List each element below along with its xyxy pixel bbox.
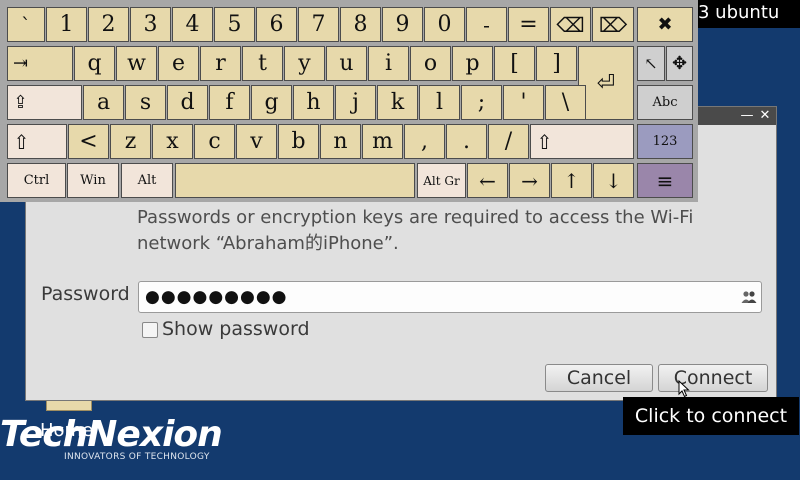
password-value: ●●●●●●●●●	[145, 287, 288, 307]
key-c[interactable]: c	[194, 124, 235, 159]
key-p[interactable]: p	[452, 46, 493, 81]
key-o[interactable]: o	[410, 46, 451, 81]
key-space[interactable]	[175, 163, 415, 198]
key-i[interactable]: i	[368, 46, 409, 81]
logo-tagline: INNOVATORS OF TECHNOLOGY	[64, 452, 210, 462]
password-field[interactable]: ●●●●●●●●●	[138, 281, 762, 313]
key-3[interactable]: 3	[130, 7, 171, 42]
key-backtick[interactable]: `	[7, 7, 45, 42]
key-m[interactable]: m	[362, 124, 403, 159]
key-move[interactable]: ✥	[666, 46, 693, 81]
mouse-cursor-icon	[678, 380, 690, 398]
key-comma[interactable]: ,	[404, 124, 445, 159]
password-label: Password	[41, 283, 130, 305]
key-5[interactable]: 5	[214, 7, 255, 42]
key-x[interactable]: x	[152, 124, 193, 159]
key-a[interactable]: a	[83, 85, 124, 120]
key-0[interactable]: 0	[424, 7, 465, 42]
topbar-text: 3 ubuntu	[698, 2, 780, 23]
key-shift-left[interactable]: ⇧	[7, 124, 67, 159]
key-arrow-down[interactable]: ↓	[593, 163, 634, 198]
key-f[interactable]: f	[209, 85, 250, 120]
key-period[interactable]: .	[446, 124, 487, 159]
key-enter[interactable]: ⏎	[578, 46, 634, 120]
key-q[interactable]: q	[74, 46, 115, 81]
key-1[interactable]: 1	[46, 7, 87, 42]
key-v[interactable]: v	[236, 124, 277, 159]
close-button[interactable]: ✕	[756, 107, 774, 125]
key-h[interactable]: h	[293, 85, 334, 120]
key-t[interactable]: t	[242, 46, 283, 81]
key-shift-right[interactable]: ⇧	[530, 124, 634, 159]
key-7[interactable]: 7	[298, 7, 339, 42]
key-arrow-up[interactable]: ↑	[551, 163, 592, 198]
key-backspace[interactable]: ⌫	[550, 7, 591, 42]
key-backslash[interactable]: \	[545, 85, 586, 120]
key-j[interactable]: j	[335, 85, 376, 120]
key-z[interactable]: z	[110, 124, 151, 159]
key-b[interactable]: b	[278, 124, 319, 159]
logo-word: TechNexion	[0, 414, 223, 455]
key-close-keyboard[interactable]: ✖	[637, 7, 693, 42]
cancel-button[interactable]: Cancel	[545, 364, 653, 392]
minimize-button[interactable]: —	[738, 107, 756, 125]
key-minus[interactable]: -	[466, 7, 507, 42]
connect-tooltip: Click to connect	[623, 397, 799, 435]
key-g[interactable]: g	[251, 85, 292, 120]
key-alt[interactable]: Alt	[121, 163, 173, 198]
key-right-bracket[interactable]: ]	[536, 46, 577, 81]
key-capslock[interactable]: ⇪	[7, 85, 82, 120]
on-screen-keyboard: ` 1 2 3 4 5 6 7 8 9 0 - = ⌫ ⌦ ✖ ⇥ q w e …	[0, 0, 698, 202]
show-password-label[interactable]: Show password	[162, 318, 310, 340]
key-numeric-layout[interactable]: 123	[637, 124, 693, 159]
key-9[interactable]: 9	[382, 7, 423, 42]
connect-button[interactable]: Connect	[658, 364, 768, 392]
key-arrow-right[interactable]: →	[509, 163, 550, 198]
key-8[interactable]: 8	[340, 7, 381, 42]
key-win[interactable]: Win	[67, 163, 119, 198]
key-n[interactable]: n	[320, 124, 361, 159]
key-w[interactable]: w	[116, 46, 157, 81]
key-menu[interactable]: ≡	[637, 163, 693, 198]
key-ctrl[interactable]: Ctrl	[7, 163, 66, 198]
show-password-checkbox[interactable]	[142, 322, 158, 338]
technexion-logo: TechNexion INNOVATORS OF TECHNOLOGY	[0, 414, 230, 474]
key-less-than[interactable]: <	[68, 124, 109, 159]
key-semicolon[interactable]: ;	[461, 85, 502, 120]
dialog-message: Passwords or encryption keys are require…	[137, 207, 694, 254]
key-left-bracket[interactable]: [	[494, 46, 535, 81]
users-icon[interactable]	[741, 289, 757, 305]
key-u[interactable]: u	[326, 46, 367, 81]
key-equals[interactable]: =	[508, 7, 549, 42]
key-arrow-left[interactable]: ←	[467, 163, 508, 198]
key-slash[interactable]: /	[488, 124, 529, 159]
key-quote[interactable]: '	[503, 85, 544, 120]
key-altgr[interactable]: Alt Gr	[417, 163, 466, 198]
key-l[interactable]: l	[419, 85, 460, 120]
key-d[interactable]: d	[167, 85, 208, 120]
key-2[interactable]: 2	[88, 7, 129, 42]
key-e[interactable]: e	[158, 46, 199, 81]
key-s[interactable]: s	[125, 85, 166, 120]
key-4[interactable]: 4	[172, 7, 213, 42]
key-delete[interactable]: ⌦	[592, 7, 634, 42]
top-bar: 3 ubuntu	[698, 0, 800, 28]
key-6[interactable]: 6	[256, 7, 297, 42]
key-r[interactable]: r	[200, 46, 241, 81]
key-y[interactable]: y	[284, 46, 325, 81]
key-abc-layout[interactable]: Abc	[637, 85, 693, 120]
key-pointer[interactable]: ↖	[637, 46, 665, 81]
key-tab[interactable]: ⇥	[7, 46, 73, 81]
key-k[interactable]: k	[377, 85, 418, 120]
